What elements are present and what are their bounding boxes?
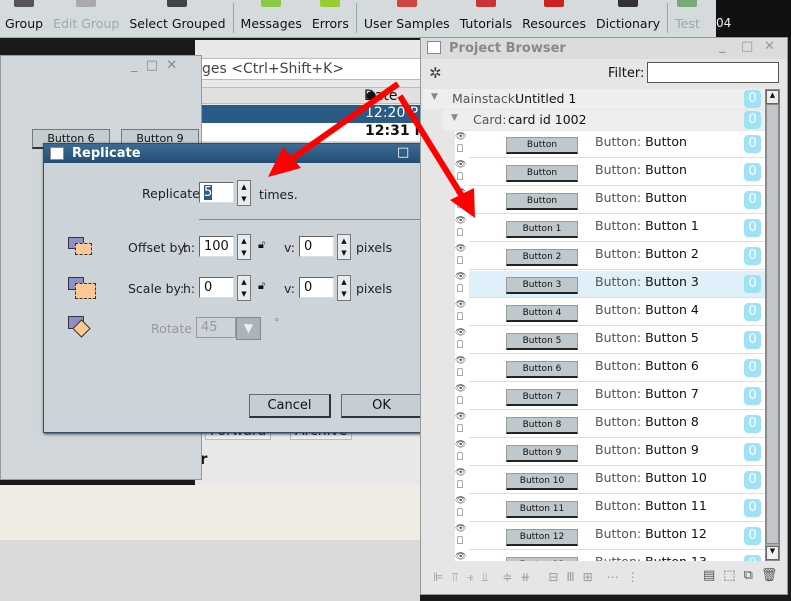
annotation-arrowhead-1 bbox=[268, 147, 301, 177]
annotation-arrow-2 bbox=[397, 94, 465, 198]
annotation-arrow-1 bbox=[288, 81, 400, 163]
annotation-arrows bbox=[268, 81, 475, 218]
